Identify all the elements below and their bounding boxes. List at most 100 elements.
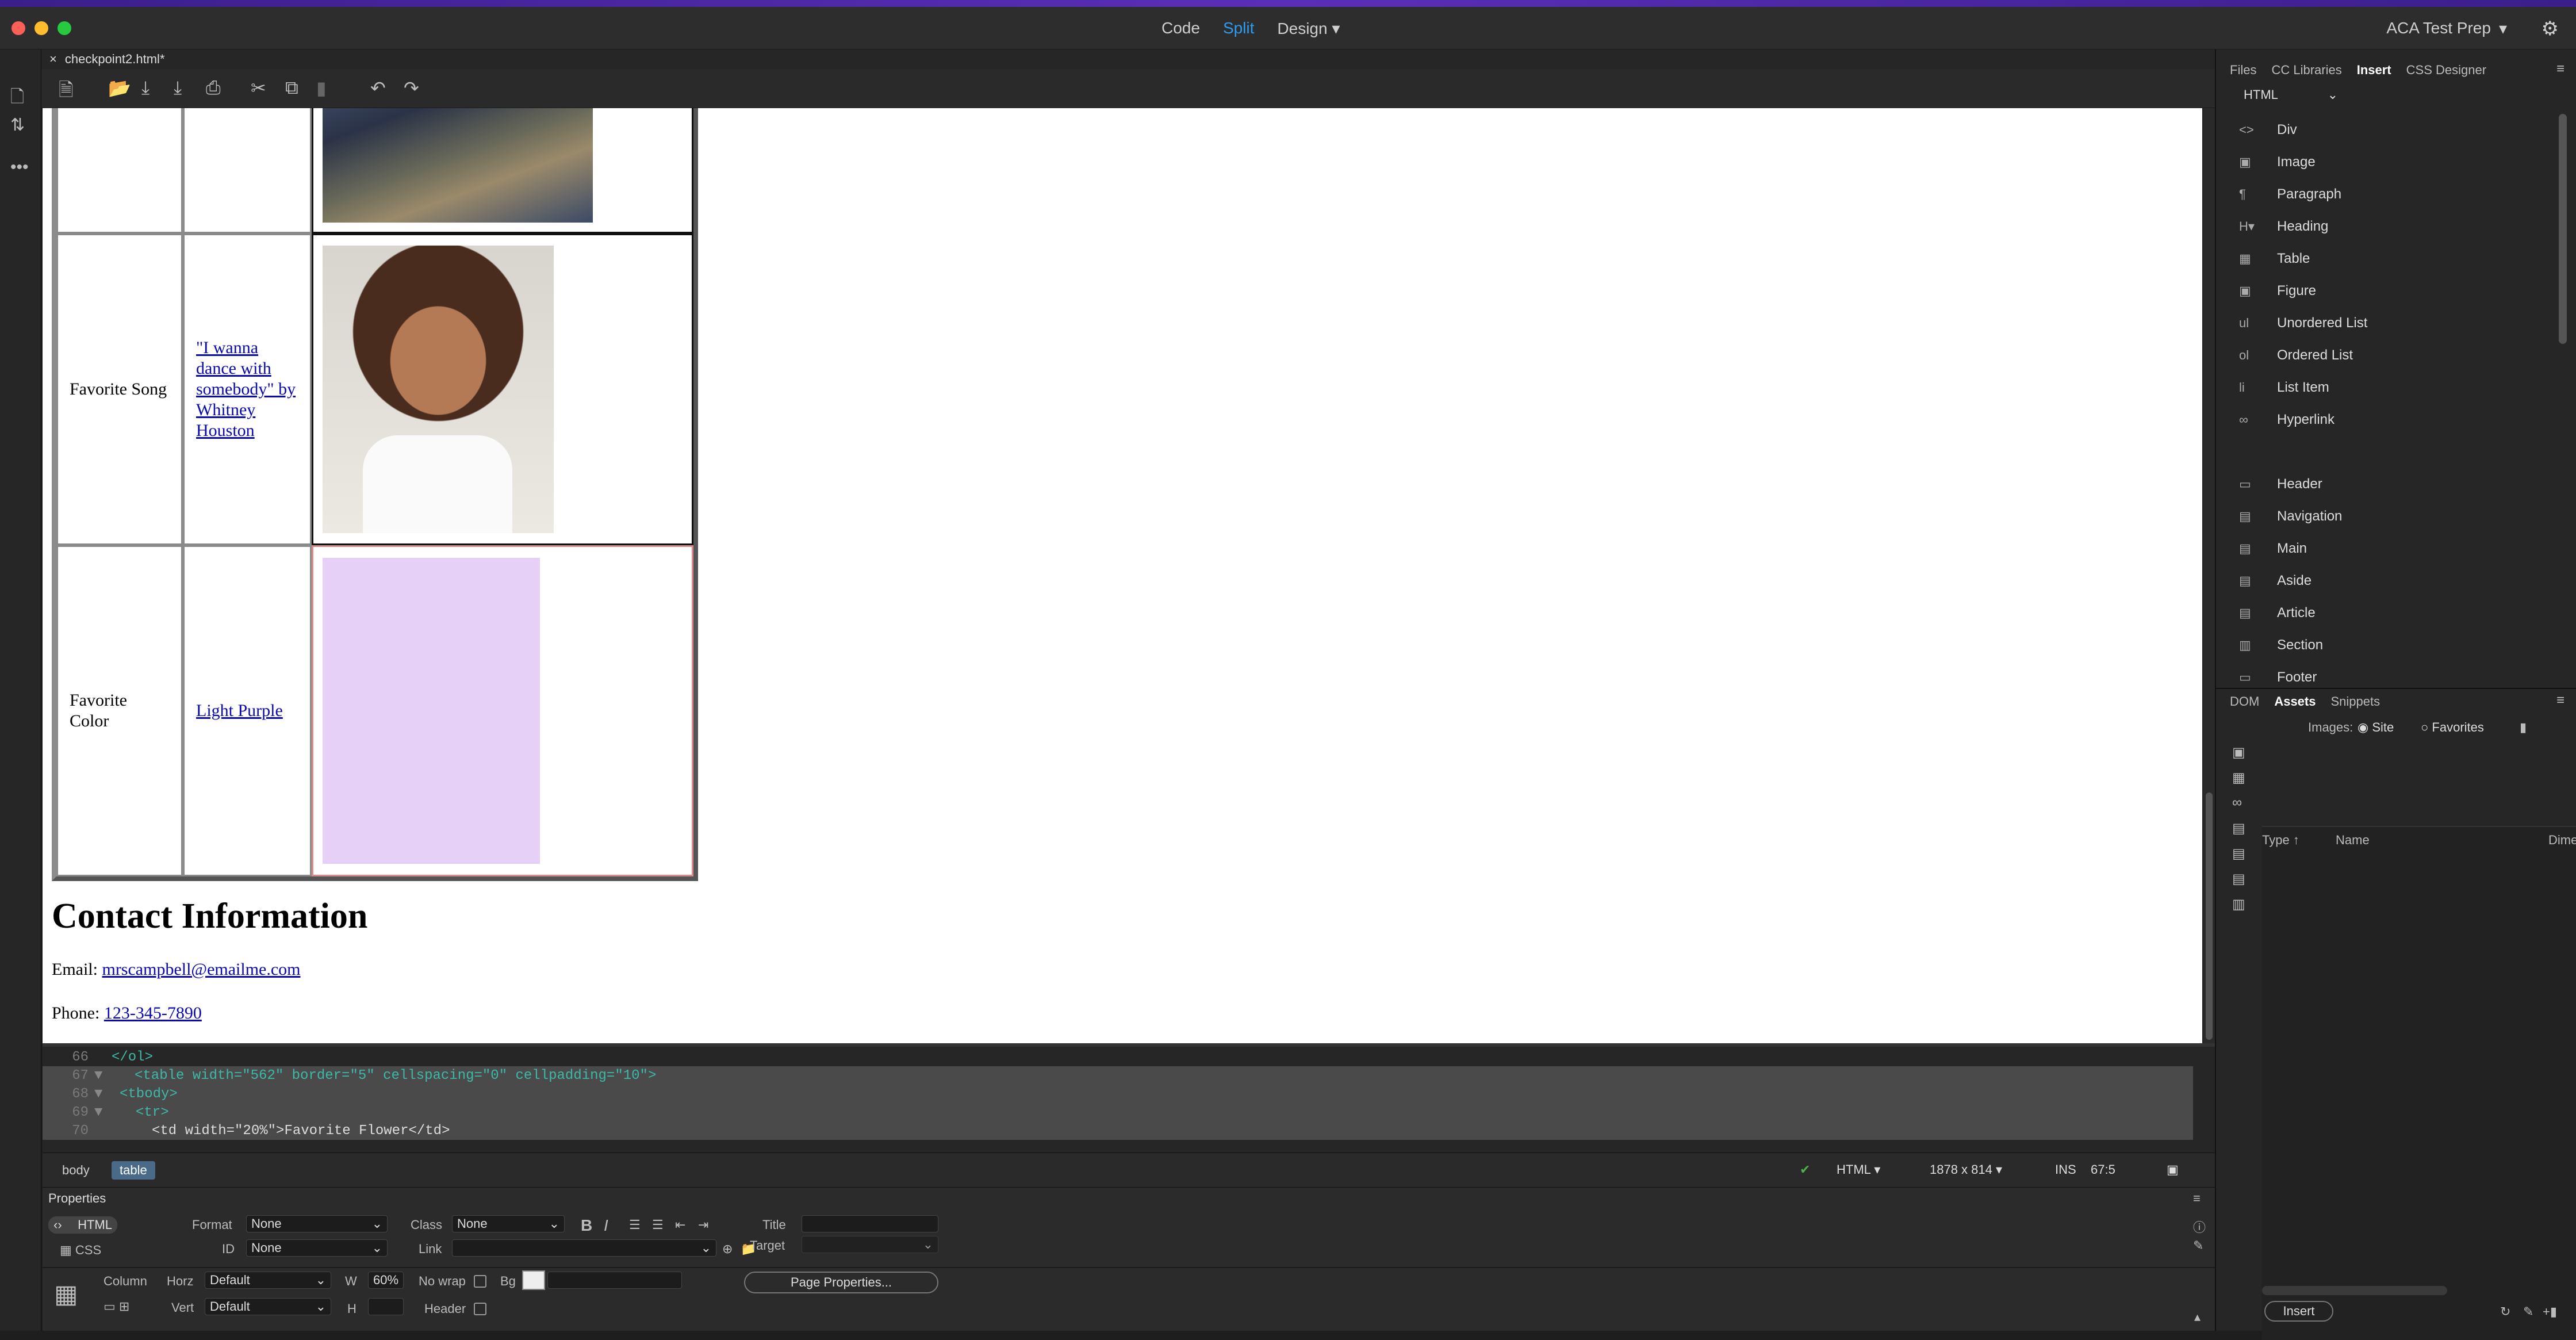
ordered-list-icon[interactable]: ☰ <box>652 1218 664 1232</box>
insert-item-aside[interactable]: ▤ Aside <box>2239 565 2312 597</box>
page-properties-button[interactable]: Page Properties... <box>744 1272 938 1293</box>
template-assets-icon[interactable]: ▤ <box>2232 871 2245 887</box>
favorites-radio[interactable]: ○ Favorites <box>2421 720 2484 735</box>
code-pane[interactable]: 66 </ol> 67 ▼ <table width="562" border="5"… <box>43 1043 2215 1153</box>
insert-item-section[interactable]: ▥ Section <box>2239 629 2323 661</box>
insert-item-main[interactable]: ▤ Main <box>2239 533 2307 565</box>
insert-item-header[interactable]: ▭ Header <box>2239 468 2322 500</box>
merge-cells-icon[interactable]: ▭ ⊞ <box>103 1299 129 1314</box>
print-icon[interactable]: ⎙ <box>206 77 221 99</box>
color-assets-icon[interactable]: ▦ <box>2232 769 2245 786</box>
tab-files[interactable]: Files <box>2230 63 2256 78</box>
cut-icon[interactable]: ✂ <box>251 77 266 99</box>
assets-menu-icon[interactable]: ≡ <box>2556 692 2564 709</box>
nowrap-checkbox[interactable] <box>474 1275 486 1288</box>
edit-icon[interactable]: ✎ <box>2193 1238 2203 1253</box>
table-row[interactable]: Favorite Color Light Purple <box>56 545 693 876</box>
add-to-favorites-icon[interactable]: +▮ <box>2543 1304 2557 1319</box>
col-dimensions[interactable]: Dime <box>2548 833 2576 848</box>
phone-link[interactable]: 123-345-7890 <box>104 1004 202 1023</box>
unordered-list-icon[interactable]: ☰ <box>629 1218 641 1232</box>
maximize-window-button[interactable] <box>57 21 71 35</box>
html-tab[interactable]: ‹› HTML <box>48 1216 117 1234</box>
design-scrollbar[interactable] <box>2203 108 2215 1043</box>
code-line[interactable]: 70 <td width="20%">Favorite Flower</td> <box>43 1121 2193 1140</box>
code-line[interactable]: 66 </ol> <box>43 1048 2193 1066</box>
indent-icon[interactable]: ⇥ <box>698 1218 708 1232</box>
title-input[interactable] <box>802 1215 938 1232</box>
tab-assets[interactable]: Assets <box>2274 694 2316 709</box>
paste-icon[interactable]: ▮ <box>316 77 327 99</box>
table-cell[interactable] <box>312 108 693 233</box>
css-tab[interactable]: ▦ CSS <box>60 1243 101 1258</box>
redo-icon[interactable]: ↷ <box>404 77 419 99</box>
tab-snippets[interactable]: Snippets <box>2330 694 2380 709</box>
link-input[interactable]: ⌄ <box>452 1239 716 1257</box>
save-all-icon[interactable]: ⤓ <box>174 77 182 99</box>
tab-cc-libraries[interactable]: CC Libraries <box>2271 63 2341 78</box>
header-checkbox[interactable] <box>474 1303 486 1315</box>
undo-icon[interactable]: ↶ <box>370 77 386 99</box>
sort-icon[interactable]: ⇅ <box>10 115 25 135</box>
minimize-window-button[interactable] <box>34 21 48 35</box>
col-name[interactable]: Name <box>2336 833 2370 848</box>
help-icon[interactable]: ⓘ <box>2193 1218 2206 1236</box>
refresh-icon[interactable]: ↻ <box>2500 1304 2510 1319</box>
insert-item-article[interactable]: ▤ Article <box>2239 597 2316 629</box>
doc-type-select[interactable]: HTML ▾ <box>1837 1162 1880 1177</box>
tab-dom[interactable]: DOM <box>2230 694 2259 709</box>
site-radio[interactable]: ◉ Site <box>2358 720 2394 735</box>
window-size-select[interactable]: 1878 x 814 ▾ <box>1930 1162 2002 1177</box>
col-type[interactable]: Type ↑ <box>2262 833 2299 848</box>
insert-item-unordered-list[interactable]: ul Unordered List <box>2239 307 2367 339</box>
tab-css-designer[interactable]: CSS Designer <box>2406 63 2486 78</box>
bg-color-swatch[interactable] <box>522 1270 545 1290</box>
url-assets-icon[interactable]: ∞ <box>2232 795 2242 811</box>
code-line[interactable]: 67 ▼ <table width="562" border="5" cellspa… <box>43 1066 2193 1085</box>
bold-button[interactable]: B <box>581 1216 592 1235</box>
color-link[interactable]: Light Purple <box>196 701 283 720</box>
insert-item-navigation[interactable]: ▤ Navigation <box>2239 500 2342 533</box>
outdent-icon[interactable]: ⇤ <box>675 1218 685 1232</box>
insert-item-div[interactable]: <> Div <box>2239 114 2297 146</box>
bg-color-input[interactable] <box>547 1272 682 1289</box>
code-view-button[interactable]: Code <box>1162 19 1200 37</box>
height-input[interactable] <box>368 1298 404 1315</box>
insert-item-hyperlink[interactable]: ∞ Hyperlink <box>2239 404 2334 436</box>
purple-swatch-image[interactable] <box>323 558 540 864</box>
table-cell[interactable]: Light Purple <box>183 545 312 876</box>
collapse-panel-icon[interactable]: ▴ <box>2194 1310 2201 1324</box>
workspace-switcher[interactable]: ACA Test Prep ▾ <box>2386 7 2507 49</box>
class-select[interactable]: None ⌄ <box>452 1215 565 1232</box>
insert-item-figure[interactable]: ▣ Figure <box>2239 275 2316 307</box>
table-cell[interactable]: Favorite Song <box>56 233 183 545</box>
point-to-file-icon[interactable]: ⊕ <box>722 1242 733 1257</box>
gear-icon[interactable]: ⚙ <box>2542 17 2559 40</box>
breadcrumb-body[interactable]: body <box>54 1161 98 1180</box>
insert-item-table[interactable]: ▦ Table <box>2239 243 2310 275</box>
otter-image[interactable] <box>323 108 593 223</box>
insert-item-list-item[interactable]: li List Item <box>2239 372 2329 404</box>
format-select[interactable]: None ⌄ <box>246 1215 388 1232</box>
insert-item-image[interactable]: ▣ Image <box>2239 146 2316 178</box>
image-assets-icon[interactable]: ▣ <box>2232 744 2245 761</box>
target-select[interactable]: ⌄ <box>802 1236 938 1253</box>
code-line[interactable]: 68 ▼ <tbody> <box>43 1085 2193 1103</box>
design-view[interactable]: Favorite Song "I wanna dance with somebo… <box>43 108 2202 1043</box>
table-cell[interactable] <box>312 545 693 876</box>
table-cell[interactable]: "I wanna dance with somebody" by Whitney… <box>183 233 312 545</box>
new-file-icon[interactable]: 🗎 <box>59 77 74 108</box>
assets-list[interactable]: Type ↑ Name Dime <box>2262 827 2576 1340</box>
width-input[interactable]: 60% <box>368 1272 404 1289</box>
live-view-icon[interactable]: ▣ <box>2167 1162 2179 1177</box>
insert-item-paragraph[interactable]: ¶ Paragraph <box>2239 178 2341 210</box>
copy-icon[interactable]: ⧉ <box>285 77 298 99</box>
vert-select[interactable]: Default ⌄ <box>205 1298 331 1315</box>
breadcrumb-table[interactable]: table <box>112 1161 155 1180</box>
table-cell[interactable] <box>183 108 312 233</box>
document-tab[interactable]: × checkpoint2.html* <box>49 49 165 69</box>
edit-asset-icon[interactable]: ✎ <box>2523 1304 2533 1319</box>
id-select[interactable]: None ⌄ <box>246 1239 388 1257</box>
table-row[interactable]: Favorite Song "I wanna dance with somebo… <box>56 233 693 545</box>
assets-hscrollbar[interactable] <box>2262 1286 2447 1295</box>
